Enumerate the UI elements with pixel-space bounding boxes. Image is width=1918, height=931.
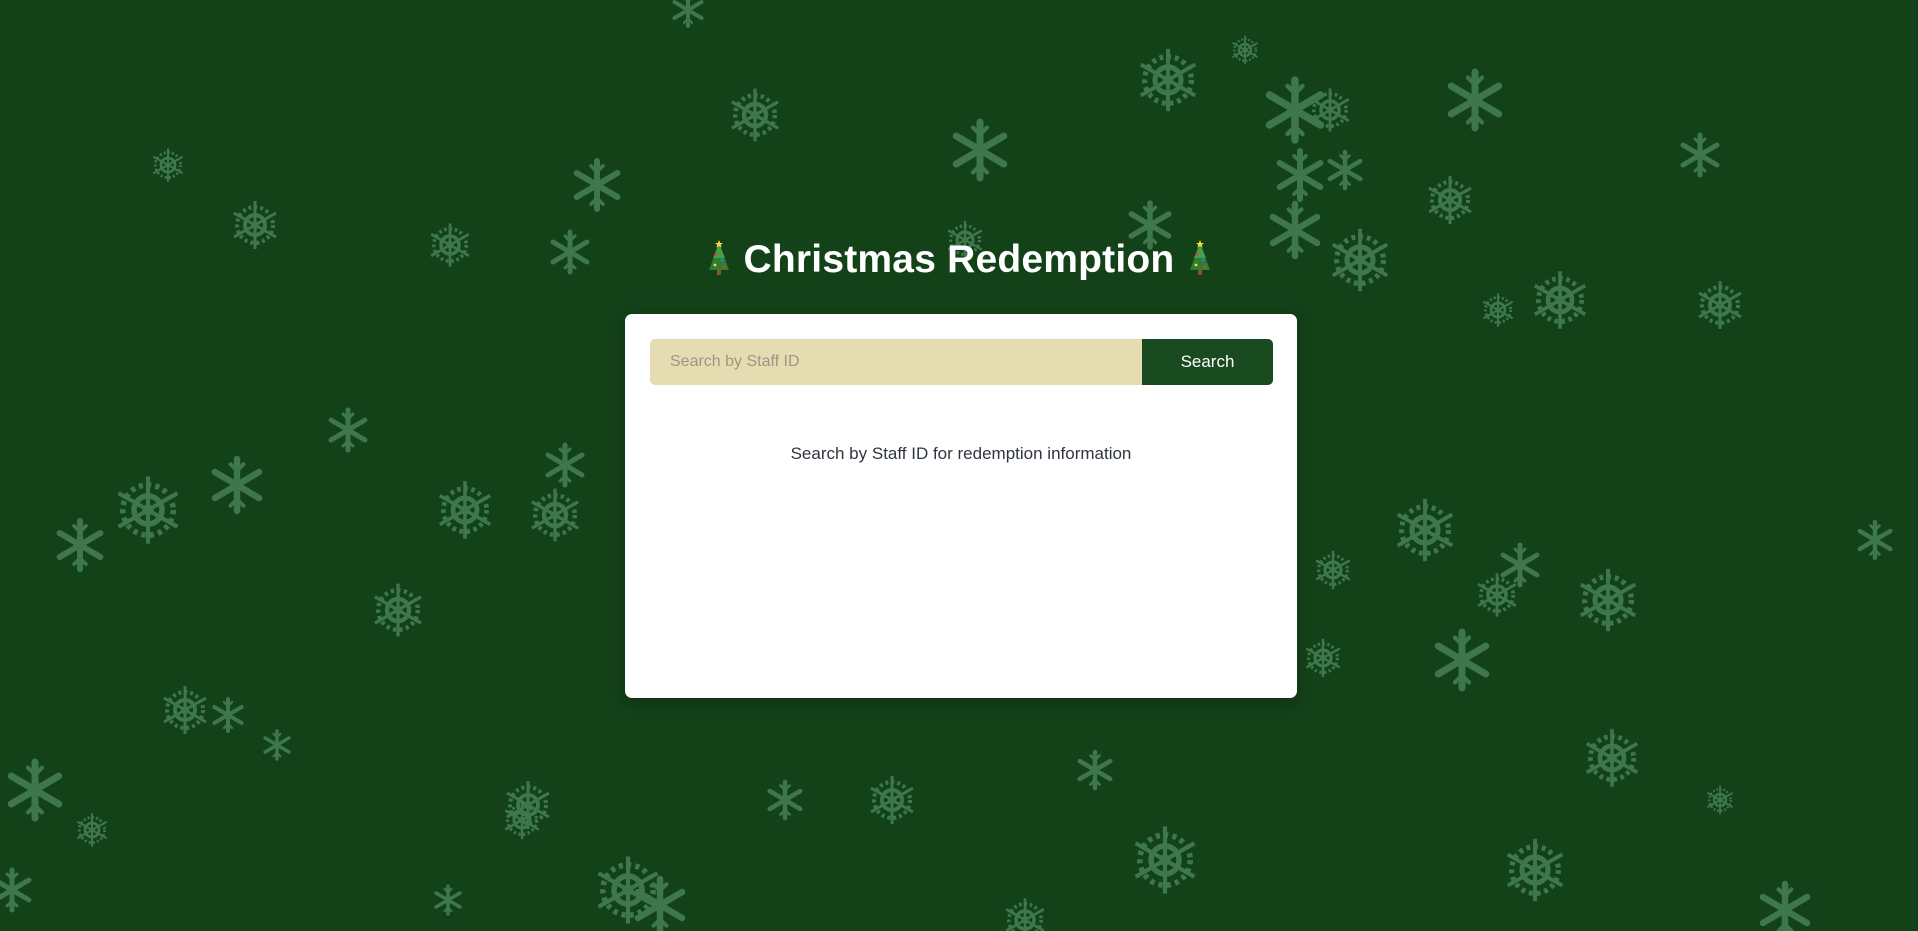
snowflake xyxy=(119,476,178,543)
snowflake xyxy=(375,584,421,637)
page-title-text: Christmas Redemption xyxy=(743,238,1175,281)
snowflake xyxy=(1280,151,1321,199)
snowflake xyxy=(1427,174,1473,226)
snowflake xyxy=(263,729,291,761)
snowflake xyxy=(674,0,701,26)
search-bar: Search xyxy=(650,339,1273,385)
snowflake xyxy=(1438,632,1486,688)
snowflake xyxy=(1503,545,1537,585)
snowflake xyxy=(11,762,59,818)
snowflake xyxy=(1587,729,1637,787)
search-card: Search Search by Staff ID for redemption… xyxy=(625,314,1297,698)
snowflake xyxy=(151,146,185,184)
page-title: Christmas Redemption xyxy=(0,238,1918,282)
snowflake xyxy=(331,410,365,450)
snowflake xyxy=(162,684,208,736)
snowflake xyxy=(1004,896,1046,931)
snowflake xyxy=(1763,884,1807,931)
snowflake xyxy=(214,699,241,731)
snowflake xyxy=(1231,34,1259,66)
staff-id-search-input[interactable] xyxy=(650,339,1142,385)
snowflake xyxy=(60,521,101,569)
snowflake xyxy=(1697,279,1743,331)
snowflake xyxy=(732,89,778,142)
snowflake xyxy=(1141,49,1196,111)
snowflake xyxy=(75,811,109,849)
snowflake xyxy=(1481,291,1515,329)
christmas-tree-icon xyxy=(1189,240,1210,275)
snowflake xyxy=(869,774,915,826)
snowflake xyxy=(1476,571,1518,619)
snowflake xyxy=(1683,135,1717,175)
christmas-tree-icon xyxy=(708,240,729,275)
snowflake xyxy=(1314,549,1352,591)
snowflake xyxy=(1330,152,1361,188)
snowflake xyxy=(638,879,682,931)
snowflake xyxy=(1581,569,1636,631)
snowflake xyxy=(532,489,578,542)
snowflake xyxy=(1860,522,1891,558)
snowflake xyxy=(770,782,801,818)
search-button[interactable]: Search xyxy=(1142,339,1273,385)
snowflake xyxy=(1508,839,1563,901)
snowflake xyxy=(1304,637,1342,679)
snowflake xyxy=(0,870,29,910)
snowflake xyxy=(1080,752,1111,788)
search-hint-text: Search by Staff ID for redemption inform… xyxy=(790,444,1132,463)
snowflake xyxy=(548,445,582,485)
snowflake xyxy=(956,122,1004,178)
snowflake xyxy=(1706,784,1734,816)
snowflake xyxy=(1398,499,1453,561)
snowflake xyxy=(1136,826,1195,893)
snowflake xyxy=(434,884,462,916)
snowflake xyxy=(577,161,618,209)
snowflake xyxy=(1451,72,1499,128)
snowflake xyxy=(440,481,490,539)
snowflake xyxy=(215,459,259,511)
